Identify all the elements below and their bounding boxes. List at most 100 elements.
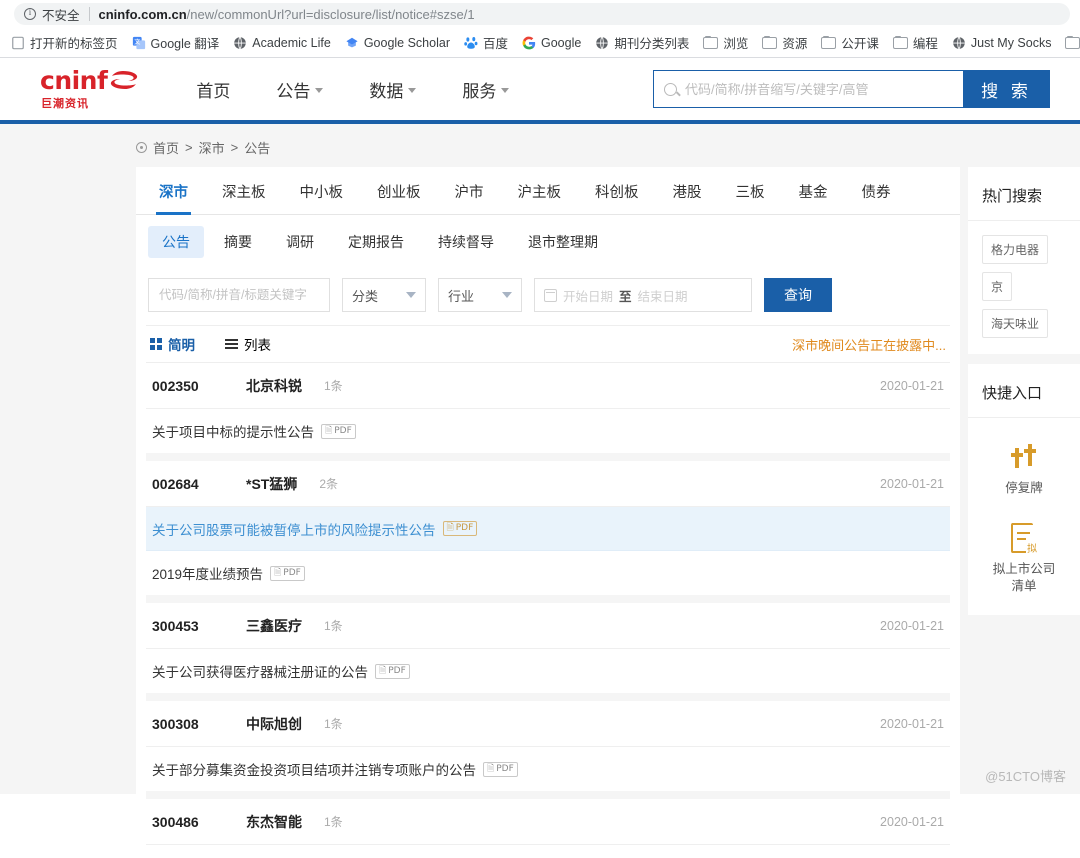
sub-tab-zhaiyao[interactable]: 摘要 xyxy=(210,226,266,258)
market-tab-huzhuban[interactable]: 沪主板 xyxy=(501,181,579,214)
bookmark-label: Google 翻译 xyxy=(150,37,220,51)
announcement-group-header[interactable]: 300453 三鑫医疗 1条 2020-01-21 xyxy=(146,603,950,649)
announcement-title[interactable]: 关于公司股票可能被暂停上市的风险提示性公告 xyxy=(152,519,436,539)
bookmark-item[interactable]: Academic Life xyxy=(226,33,338,53)
bookmark-item[interactable]: 浏览 xyxy=(696,30,755,55)
announcement-group-header[interactable]: 002350 北京科锐 1条 2020-01-21 xyxy=(146,363,950,409)
breadcrumb-item-home[interactable]: 首页 xyxy=(153,138,179,157)
industry-select[interactable]: 行业 xyxy=(438,278,522,312)
announcement-row[interactable]: 关于部分募集资金投资项目结项并注销专项账户的公告 🗎 PDF xyxy=(146,747,950,791)
category-select-label: 分类 xyxy=(352,288,379,304)
bookmark-item[interactable]: 期刊分类列表 xyxy=(588,30,696,55)
announcement-row[interactable]: 2019年度业绩预告 🗎 PDF xyxy=(146,551,950,595)
pdf-badge[interactable]: 🗎 PDF xyxy=(321,423,356,439)
quick-entry-suspension[interactable]: 停复牌 xyxy=(987,444,1061,497)
pdf-badge[interactable]: 🗎 PDF xyxy=(442,521,478,536)
site-logo[interactable]: cninf 巨潮资讯 xyxy=(40,68,139,111)
pdf-label: PDF xyxy=(283,567,301,578)
content-layout: 深市 深主板 中小板 创业板 沪市 沪主板 科创板 港股 三板 基金 债券 公告… xyxy=(0,167,1080,858)
announcement-row[interactable]: 关于项目中标的提示性公告 🗎 PDF xyxy=(146,409,950,453)
right-sidebar: 热门搜索 格力电器 京 海天味业 快捷入口 停复牌 拟 拟上市公司清单 xyxy=(968,167,1080,858)
date-end-placeholder[interactable]: 结束日期 xyxy=(638,286,688,305)
announcement-group-header[interactable]: 002684 *ST猛狮 2条 2020-01-21 xyxy=(146,461,950,507)
date-start-placeholder[interactable]: 开始日期 xyxy=(563,286,613,305)
announcement-title[interactable]: 2019年度业绩预告 xyxy=(152,563,263,583)
bookmarks-bar[interactable]: 打开新的标签页 文 Google 翻译 Academic Life Google… xyxy=(0,28,1080,58)
search-button[interactable]: 搜 索 xyxy=(963,70,1050,108)
announcement-group-header[interactable]: 300486 东杰智能 1条 2020-01-21 xyxy=(146,799,950,845)
bookmark-item[interactable]: Google Scholar xyxy=(338,33,457,53)
announcement-title[interactable]: 关于项目中标的提示性公告 xyxy=(152,421,314,441)
pdf-badge[interactable]: 🗎 PDF xyxy=(483,761,518,777)
bookmark-item[interactable] xyxy=(1058,34,1080,52)
sub-tab-tuishizhengliqi[interactable]: 退市整理期 xyxy=(514,226,612,258)
breadcrumb-item-market[interactable]: 深市 xyxy=(199,138,225,157)
location-pin-icon xyxy=(136,142,147,153)
market-tab-shenshi[interactable]: 深市 xyxy=(142,181,205,215)
svg-text:文: 文 xyxy=(134,37,140,45)
pdf-badge[interactable]: 🗎 PDF xyxy=(375,663,410,679)
hot-search-tag[interactable]: 海天味业 xyxy=(982,309,1049,338)
candlestick-icon xyxy=(1009,444,1039,472)
hot-search-tag[interactable]: 京 xyxy=(982,272,1013,301)
bookmark-item[interactable]: 打开新的标签页 xyxy=(4,30,125,55)
market-tab-kechuangban[interactable]: 科创板 xyxy=(578,181,656,214)
stock-code: 300308 xyxy=(152,715,199,732)
date-range-picker[interactable]: 开始日期 至 结束日期 xyxy=(534,278,752,312)
sub-tab-chixuduudao[interactable]: 持续督导 xyxy=(424,226,508,258)
pdf-glyph: 🗎 xyxy=(274,567,282,578)
bookmark-label: 资源 xyxy=(782,37,808,51)
nav-item-services[interactable]: 服务 xyxy=(439,77,532,102)
sub-tab-gonggao[interactable]: 公告 xyxy=(148,226,204,258)
sub-tab-dingqibaogao[interactable]: 定期报告 xyxy=(334,226,418,258)
chevron-down-icon xyxy=(501,88,510,93)
bookmark-item[interactable]: 百度 xyxy=(457,30,515,55)
category-select[interactable]: 分类 xyxy=(342,278,426,312)
announcement-group-header[interactable]: 300308 中际旭创 1条 2020-01-21 xyxy=(146,701,950,747)
nav-item-home[interactable]: 首页 xyxy=(173,77,253,102)
market-tab-ganggu[interactable]: 港股 xyxy=(656,181,719,214)
baidu-icon xyxy=(464,36,478,49)
hot-search-tag[interactable]: 格力电器 xyxy=(982,235,1049,264)
market-tab-zhaiquan[interactable]: 债券 xyxy=(845,181,908,214)
google-icon xyxy=(522,36,536,49)
bookmark-item[interactable]: 公开课 xyxy=(814,30,886,55)
bookmark-item[interactable]: 编程 xyxy=(886,30,945,55)
view-option-compact[interactable]: 简明 xyxy=(150,334,195,354)
market-tab-jijin[interactable]: 基金 xyxy=(782,181,845,214)
query-button[interactable]: 查询 xyxy=(764,278,832,312)
announcement-row[interactable]: 关于公司获得医疗器械注册证的公告 🗎 PDF xyxy=(146,649,950,693)
sub-tab-diaoyan[interactable]: 调研 xyxy=(272,226,328,258)
market-tab-sanban[interactable]: 三板 xyxy=(719,181,782,214)
market-tab-zhongxiaoban[interactable]: 中小板 xyxy=(283,181,361,214)
search-box[interactable] xyxy=(653,70,963,108)
pdf-badge[interactable]: 🗎 PDF xyxy=(270,565,305,581)
market-tab-hushi[interactable]: 沪市 xyxy=(438,181,501,214)
nav-label: 首页 xyxy=(196,81,231,101)
site-info-icon[interactable] xyxy=(24,7,36,20)
quick-entry-ipo-list[interactable]: 拟 拟上市公司清单 xyxy=(987,522,1061,595)
announcement-title[interactable]: 关于公司获得医疗器械注册证的公告 xyxy=(152,661,368,681)
announcement-title[interactable]: 关于部分募集资金投资项目结项并注销专项账户的公告 xyxy=(152,759,476,779)
logo-mark: cninf xyxy=(40,68,139,93)
nav-label: 公告 xyxy=(276,81,311,101)
bookmark-item[interactable]: 资源 xyxy=(755,30,814,55)
bookmark-item[interactable]: 文 Google 翻译 xyxy=(125,30,227,55)
address-bar[interactable]: 不安全 cninfo.com.cn/new/commonUrl?url=disc… xyxy=(14,3,1070,25)
browser-chrome: 不安全 cninfo.com.cn/new/commonUrl?url=disc… xyxy=(0,0,1080,58)
view-option-list[interactable]: 列表 xyxy=(225,334,271,354)
market-tab-chuangyeban[interactable]: 创业板 xyxy=(360,181,438,214)
announcement-row[interactable]: 关于股东减持计划实施完毕的公告 🗎PDF xyxy=(146,845,950,858)
sub-tab-bar: 公告 摘要 调研 定期报告 持续督导 退市整理期 xyxy=(136,215,960,269)
search-input[interactable] xyxy=(685,81,953,97)
folder-icon xyxy=(821,36,837,49)
bookmark-item[interactable]: Just My Socks xyxy=(945,33,1059,53)
pdf-glyph: 🗎 xyxy=(446,523,454,533)
announcement-row[interactable]: 关于公司股票可能被暂停上市的风险提示性公告 🗎 PDF xyxy=(146,507,950,551)
keyword-input[interactable] xyxy=(148,278,330,312)
market-tab-shenzhubang[interactable]: 深主板 xyxy=(205,181,283,214)
view-toggle-bar: 简明 列表 深市晚间公告正在披露中... xyxy=(146,325,950,363)
bookmark-item[interactable]: Google xyxy=(515,33,588,53)
nav-item-data[interactable]: 数据 xyxy=(346,77,439,102)
nav-item-announcements[interactable]: 公告 xyxy=(253,77,346,102)
